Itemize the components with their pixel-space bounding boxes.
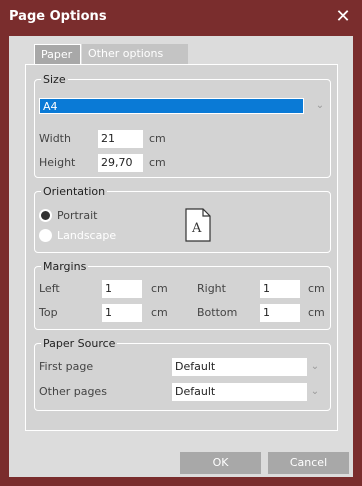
paper-source-group: Paper Source First page Default ⌄ Other … xyxy=(34,337,331,411)
chevron-down-icon[interactable]: ⌄ xyxy=(315,100,325,111)
width-field[interactable]: 21 xyxy=(98,130,143,148)
portrait-label: Portrait xyxy=(57,209,98,222)
right-margin-label: Right xyxy=(197,282,226,295)
orientation-preview-letter: A xyxy=(192,221,202,236)
landscape-label: Landscape xyxy=(57,229,117,242)
tab-other-options[interactable]: Other options xyxy=(82,44,188,64)
first-page-label: First page xyxy=(39,360,94,373)
bottom-margin-field[interactable]: 1 xyxy=(260,304,300,322)
left-margin-unit: cm xyxy=(151,282,168,295)
bottom-margin-unit: cm xyxy=(308,306,325,319)
right-margin-field[interactable]: 1 xyxy=(260,280,300,298)
bottom-margin-label: Bottom xyxy=(197,306,238,319)
cancel-button[interactable]: Cancel xyxy=(268,452,349,474)
height-label: Height xyxy=(39,156,76,169)
size-group: Size A4 ⌄ Width 21 cm Height 29,70 cm xyxy=(34,73,331,178)
ok-button[interactable]: OK xyxy=(180,452,261,474)
margins-legend: Margins xyxy=(43,260,87,273)
left-margin-field[interactable]: 1 xyxy=(102,280,142,298)
width-unit: cm xyxy=(149,132,166,145)
paper-panel: Size A4 ⌄ Width 21 cm Height 29,70 cm Or… xyxy=(25,64,338,431)
landscape-radio[interactable] xyxy=(39,229,52,242)
orientation-group: Orientation Portrait Landscape A xyxy=(34,185,331,253)
right-margin-unit: cm xyxy=(308,282,325,295)
top-margin-label: Top xyxy=(39,306,58,319)
other-pages-select[interactable]: Default xyxy=(172,383,307,401)
portrait-radio[interactable] xyxy=(39,209,52,222)
orientation-legend: Orientation xyxy=(43,185,106,198)
margins-group: Margins Left 1 cm Right 1 cm Top 1 cm Bo… xyxy=(34,260,331,330)
title-bar: Page Options ✕ xyxy=(0,0,362,36)
first-page-select[interactable]: Default xyxy=(172,358,307,376)
left-margin-label: Left xyxy=(39,282,60,295)
dialog-title: Page Options xyxy=(9,9,107,24)
top-margin-unit: cm xyxy=(151,306,168,319)
paper-source-legend: Paper Source xyxy=(43,337,116,350)
height-field[interactable]: 29,70 xyxy=(98,154,143,172)
width-label: Width xyxy=(39,132,71,145)
height-unit: cm xyxy=(149,156,166,169)
size-legend: Size xyxy=(43,73,66,86)
chevron-down-icon[interactable]: ⌄ xyxy=(310,386,320,397)
close-icon[interactable]: ✕ xyxy=(334,8,352,26)
top-margin-field[interactable]: 1 xyxy=(102,304,142,322)
tab-paper[interactable]: Paper xyxy=(34,44,81,64)
paper-size-select[interactable]: A4 xyxy=(39,98,304,114)
chevron-down-icon[interactable]: ⌄ xyxy=(310,361,320,372)
other-pages-label: Other pages xyxy=(39,385,107,398)
